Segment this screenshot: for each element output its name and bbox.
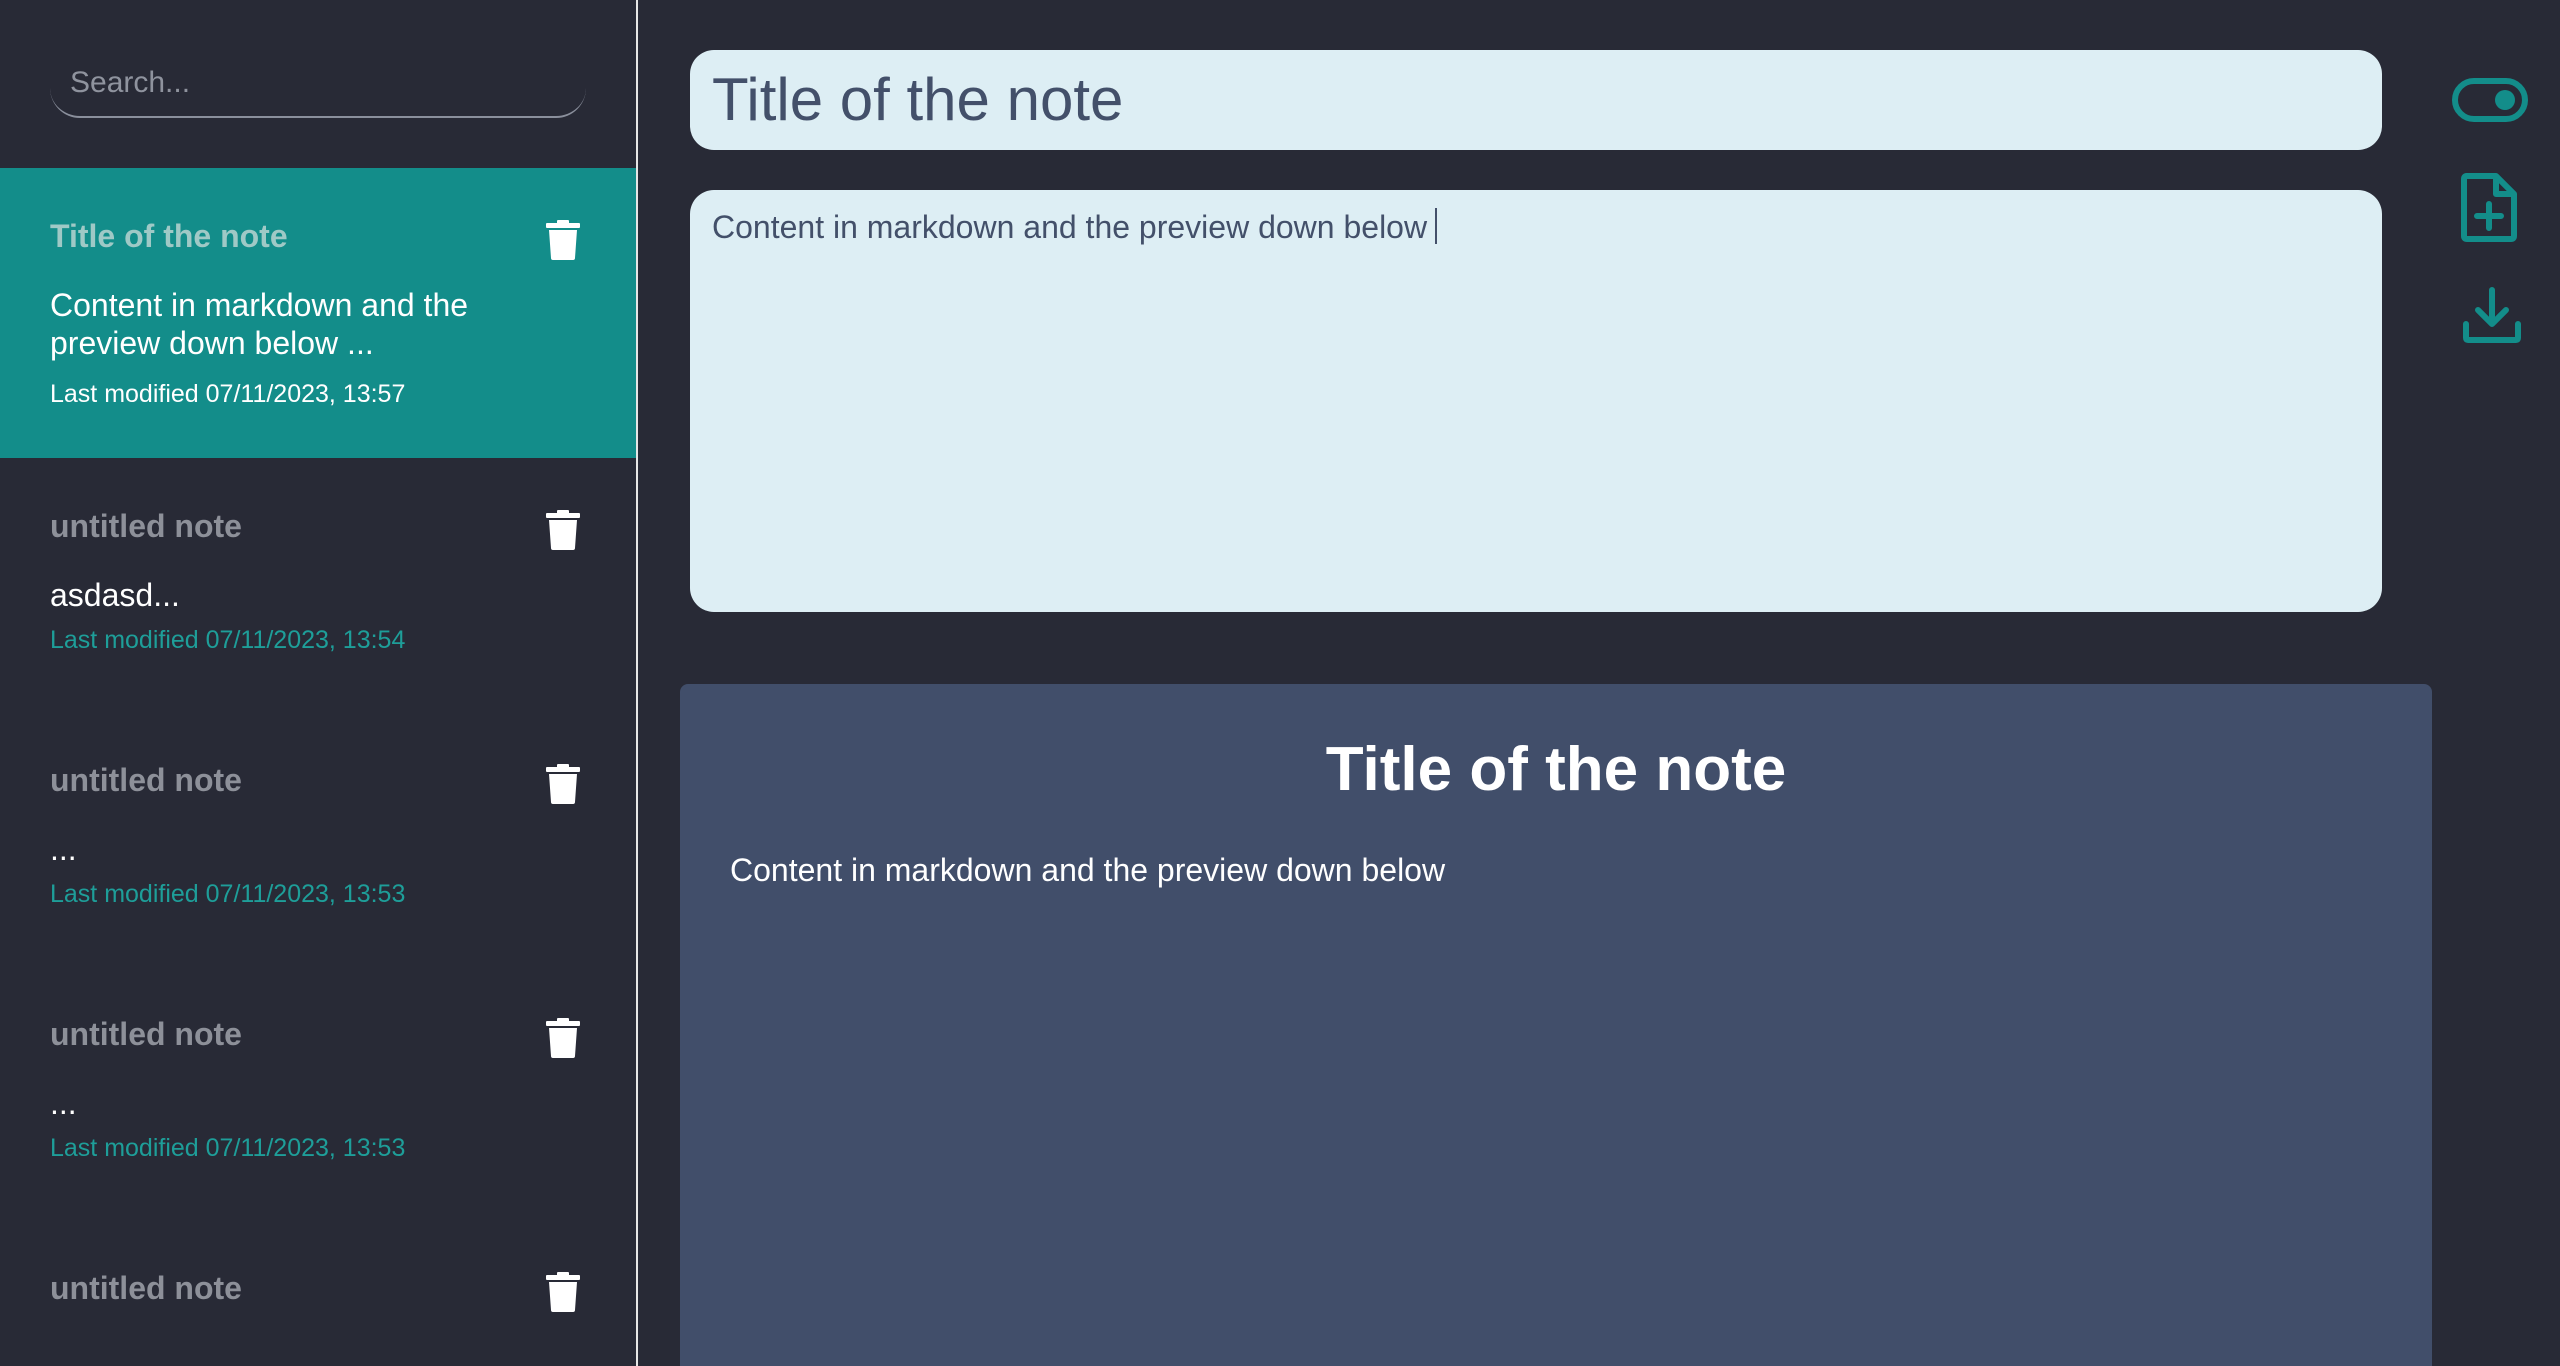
note-date: Last modified 07/11/2023, 13:53 xyxy=(50,880,406,908)
note-content-value: Content in markdown and the preview down… xyxy=(712,209,1428,245)
note-list: Title of the note Content in markdown an… xyxy=(0,168,636,1366)
note-title: Title of the note xyxy=(50,218,288,254)
trash-icon[interactable] xyxy=(546,1272,580,1312)
note-preview: asdasd... xyxy=(50,577,180,613)
note-date: Last modified 07/11/2023, 13:57 xyxy=(50,380,406,408)
note-title-value: Title of the note xyxy=(712,66,1124,133)
note-title-input[interactable]: Title of the note xyxy=(690,50,2382,150)
note-item-active[interactable]: Title of the note Content in markdown an… xyxy=(0,168,636,458)
notes-app: Title of the note Content in markdown an… xyxy=(0,0,2560,1366)
note-content-editor[interactable]: Content in markdown and the preview down… xyxy=(690,190,2382,612)
trash-icon[interactable] xyxy=(546,220,580,260)
note-item[interactable]: untitled note asdasd... Last modified 07… xyxy=(0,458,636,712)
note-preview: ... xyxy=(50,1085,77,1121)
note-title: untitled note xyxy=(50,1016,242,1052)
preview-body: Content in markdown and the preview down… xyxy=(730,852,1446,888)
note-title: untitled note xyxy=(50,508,242,544)
preview-heading: Title of the note xyxy=(1325,735,1787,804)
trash-icon[interactable] xyxy=(546,510,580,550)
text-caret xyxy=(1435,208,1438,244)
note-title: untitled note xyxy=(50,1270,242,1306)
markdown-preview: Title of the note Content in markdown an… xyxy=(680,684,2432,1366)
note-item[interactable]: untitled note ... Last modified 07/11/20… xyxy=(0,712,636,966)
search-container xyxy=(50,50,586,118)
note-date: Last modified 07/11/2023, 13:53 xyxy=(50,1134,406,1162)
download-icon[interactable] xyxy=(2462,286,2522,344)
note-preview: Content in markdown and the preview down… xyxy=(50,287,469,361)
toggle-icon[interactable] xyxy=(2452,78,2528,122)
trash-icon[interactable] xyxy=(546,764,580,804)
note-date: Last modified 07/11/2023, 13:54 xyxy=(50,626,406,654)
new-file-icon[interactable] xyxy=(2460,172,2518,242)
note-item[interactable]: untitled note xyxy=(0,1220,636,1366)
note-title: untitled note xyxy=(50,762,242,798)
note-preview: ... xyxy=(50,831,77,867)
sidebar: Title of the note Content in markdown an… xyxy=(0,0,638,1366)
note-item[interactable]: untitled note ... Last modified 07/11/20… xyxy=(0,966,636,1220)
search-input[interactable] xyxy=(50,50,586,118)
trash-icon[interactable] xyxy=(546,1018,580,1058)
